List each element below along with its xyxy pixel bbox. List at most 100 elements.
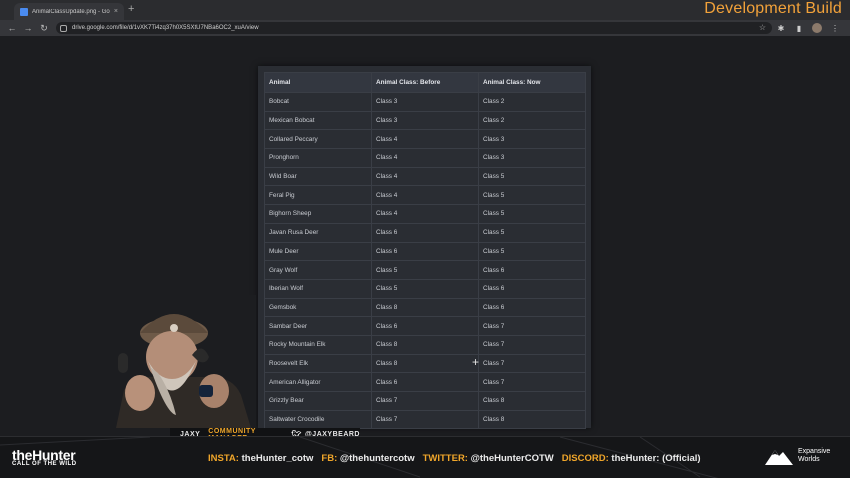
expansive-worlds-logo: Expansive Worlds <box>764 446 830 466</box>
cell-class-now: Class 7 <box>478 316 586 336</box>
cell-animal: Mexican Bobcat <box>264 110 372 131</box>
cell-animal: Feral Pig <box>264 185 372 206</box>
cell-class-before: Class 6 <box>371 316 479 336</box>
url-text: drive.google.com/file/d/1vXK7Ti4zq37h0X5… <box>72 25 259 31</box>
social-fb: FB: @thehuntercotw <box>321 452 415 464</box>
cell-class-now: Class 3 <box>478 129 586 150</box>
tab-close-icon[interactable]: × <box>114 8 118 15</box>
social-discord: DISCORD: theHunter: (Official) <box>561 452 701 464</box>
cell-class-now: Class 5 <box>478 241 586 262</box>
mountain-logo-icon <box>765 450 793 465</box>
cell-class-before: Class 4 <box>371 185 479 206</box>
table-row: Rocky Mountain Elk Class 8 Class 7 <box>264 334 586 355</box>
cell-animal: Gray Wolf <box>264 260 372 280</box>
cell-class-now: Class 2 <box>478 110 586 131</box>
cell-class-before: Class 8 <box>371 297 479 318</box>
brand-sub-text: CALL OF THE WILD <box>12 461 77 467</box>
cell-animal: American Alligator <box>264 372 372 392</box>
header-class-now: Animal Class: Now <box>478 72 586 93</box>
thehunter-logo: theHunter CALL OF THE WILD <box>12 447 77 467</box>
animal-class-table: Animal Animal Class: Before Animal Class… <box>264 72 586 430</box>
cell-class-now: Class 5 <box>478 222 586 243</box>
cell-animal: Bighorn Sheep <box>264 204 372 224</box>
extensions-icon[interactable]: ✱ <box>776 23 786 33</box>
streamer-webcam-image <box>106 295 256 428</box>
browser-tab[interactable]: AnimalClassUpdate.png - Go × <box>14 3 124 20</box>
cell-class-before: Class 8 <box>371 334 479 355</box>
cell-class-before: Class 4 <box>371 204 479 224</box>
cell-class-before: Class 7 <box>371 391 479 411</box>
cell-animal: Grizzly Bear <box>264 391 372 411</box>
cell-animal: Mule Deer <box>264 241 372 262</box>
cell-class-before: Class 4 <box>371 148 479 168</box>
table-row: Bighorn Sheep Class 4 Class 5 <box>264 204 586 224</box>
bookmark-star-icon[interactable]: ☆ <box>759 23 766 32</box>
reload-icon[interactable]: ↻ <box>36 23 52 34</box>
side-panel-icon[interactable]: ▮ <box>794 23 804 33</box>
cell-class-before: Class 3 <box>371 110 479 131</box>
arrow-right-icon[interactable]: → <box>20 23 36 33</box>
menu-kebab-icon[interactable]: ⋮ <box>830 23 840 33</box>
table-row: Grizzly Bear Class 7 Class 8 <box>264 391 586 411</box>
cell-animal: Gemsbok <box>264 297 372 318</box>
cell-class-now: Class 5 <box>478 185 586 206</box>
cell-class-now: Class 6 <box>478 297 586 318</box>
cell-animal: Roosevelt Elk <box>264 353 372 374</box>
header-class-before: Animal Class: Before <box>371 72 479 93</box>
cell-class-before: Class 5 <box>371 278 479 299</box>
drive-favicon-icon <box>20 7 28 16</box>
cell-class-now: Class 7 <box>478 353 586 374</box>
screen: AnimalClassUpdate.png - Go × + Developme… <box>0 0 850 478</box>
animal-class-table-image: Animal Animal Class: Before Animal Class… <box>258 66 591 430</box>
cell-class-now: Class 5 <box>478 204 586 224</box>
cell-animal: Collared Peccary <box>264 129 372 150</box>
cell-class-before: Class 4 <box>371 166 479 187</box>
streamer-webcam <box>106 295 256 428</box>
cell-animal: Saltwater Crocodile <box>264 409 372 430</box>
table-row: Mule Deer Class 6 Class 5 <box>264 241 586 262</box>
cell-class-before: Class 3 <box>371 92 479 112</box>
site-info-icon[interactable] <box>60 24 67 32</box>
cell-class-now: Class 2 <box>478 92 586 112</box>
cell-class-now: Class 6 <box>478 260 586 280</box>
table-row: Mexican Bobcat Class 3 Class 2 <box>264 110 586 131</box>
table-row: Saltwater Crocodile Class 7 Class 8 <box>264 409 586 430</box>
social-twitter: TWITTER: @theHunterCOTW <box>422 452 554 464</box>
publisher-name: Expansive Worlds <box>798 448 831 463</box>
cell-class-before: Class 5 <box>371 260 479 280</box>
cell-class-now: Class 8 <box>478 391 586 411</box>
table-row: Wild Boar Class 4 Class 5 <box>264 166 586 187</box>
cell-class-now: Class 6 <box>478 278 586 299</box>
new-tab-icon[interactable]: + <box>128 3 134 15</box>
table-row: Gemsbok Class 8 Class 6 <box>264 297 586 318</box>
cell-animal: Rocky Mountain Elk <box>264 334 372 355</box>
arrow-left-icon[interactable]: ← <box>4 23 20 33</box>
cell-class-before: Class 8 <box>371 353 479 374</box>
table-row: Javan Rusa Deer Class 6 Class 5 <box>264 222 586 243</box>
browser-tab-bar: AnimalClassUpdate.png - Go × + Developme… <box>0 0 850 20</box>
social-links: INSTA: theHunter_cotw FB: @thehuntercotw… <box>208 449 701 467</box>
cell-class-now: Class 5 <box>478 166 586 187</box>
header-animal: Animal <box>264 72 372 93</box>
table-row: Roosevelt Elk Class 8 Class 7 <box>264 353 586 374</box>
cell-animal: Wild Boar <box>264 166 372 187</box>
crosshair-cursor-icon: + <box>472 355 480 369</box>
address-bar[interactable]: drive.google.com/file/d/1vXK7Ti4zq37h0X5… <box>56 22 772 34</box>
cell-animal: Pronghorn <box>264 148 372 168</box>
cell-class-before: Class 6 <box>371 241 479 262</box>
table-row: Gray Wolf Class 5 Class 6 <box>264 260 586 280</box>
tab-title: AnimalClassUpdate.png - Go <box>32 8 110 15</box>
cell-class-before: Class 7 <box>371 409 479 430</box>
cell-class-now: Class 7 <box>478 372 586 392</box>
cell-class-before: Class 6 <box>371 222 479 243</box>
social-insta: INSTA: theHunter_cotw <box>208 452 314 464</box>
table-row: Iberian Wolf Class 5 Class 6 <box>264 278 586 299</box>
cell-class-now: Class 8 <box>478 409 586 430</box>
development-build-label: Development Build <box>704 0 842 17</box>
table-row: Bobcat Class 3 Class 2 <box>264 92 586 112</box>
cell-animal: Sambar Deer <box>264 316 372 336</box>
table-row: American Alligator Class 6 Class 7 <box>264 372 586 392</box>
cell-class-before: Class 6 <box>371 372 479 392</box>
profile-avatar[interactable] <box>812 23 822 33</box>
cell-class-now: Class 3 <box>478 148 586 168</box>
